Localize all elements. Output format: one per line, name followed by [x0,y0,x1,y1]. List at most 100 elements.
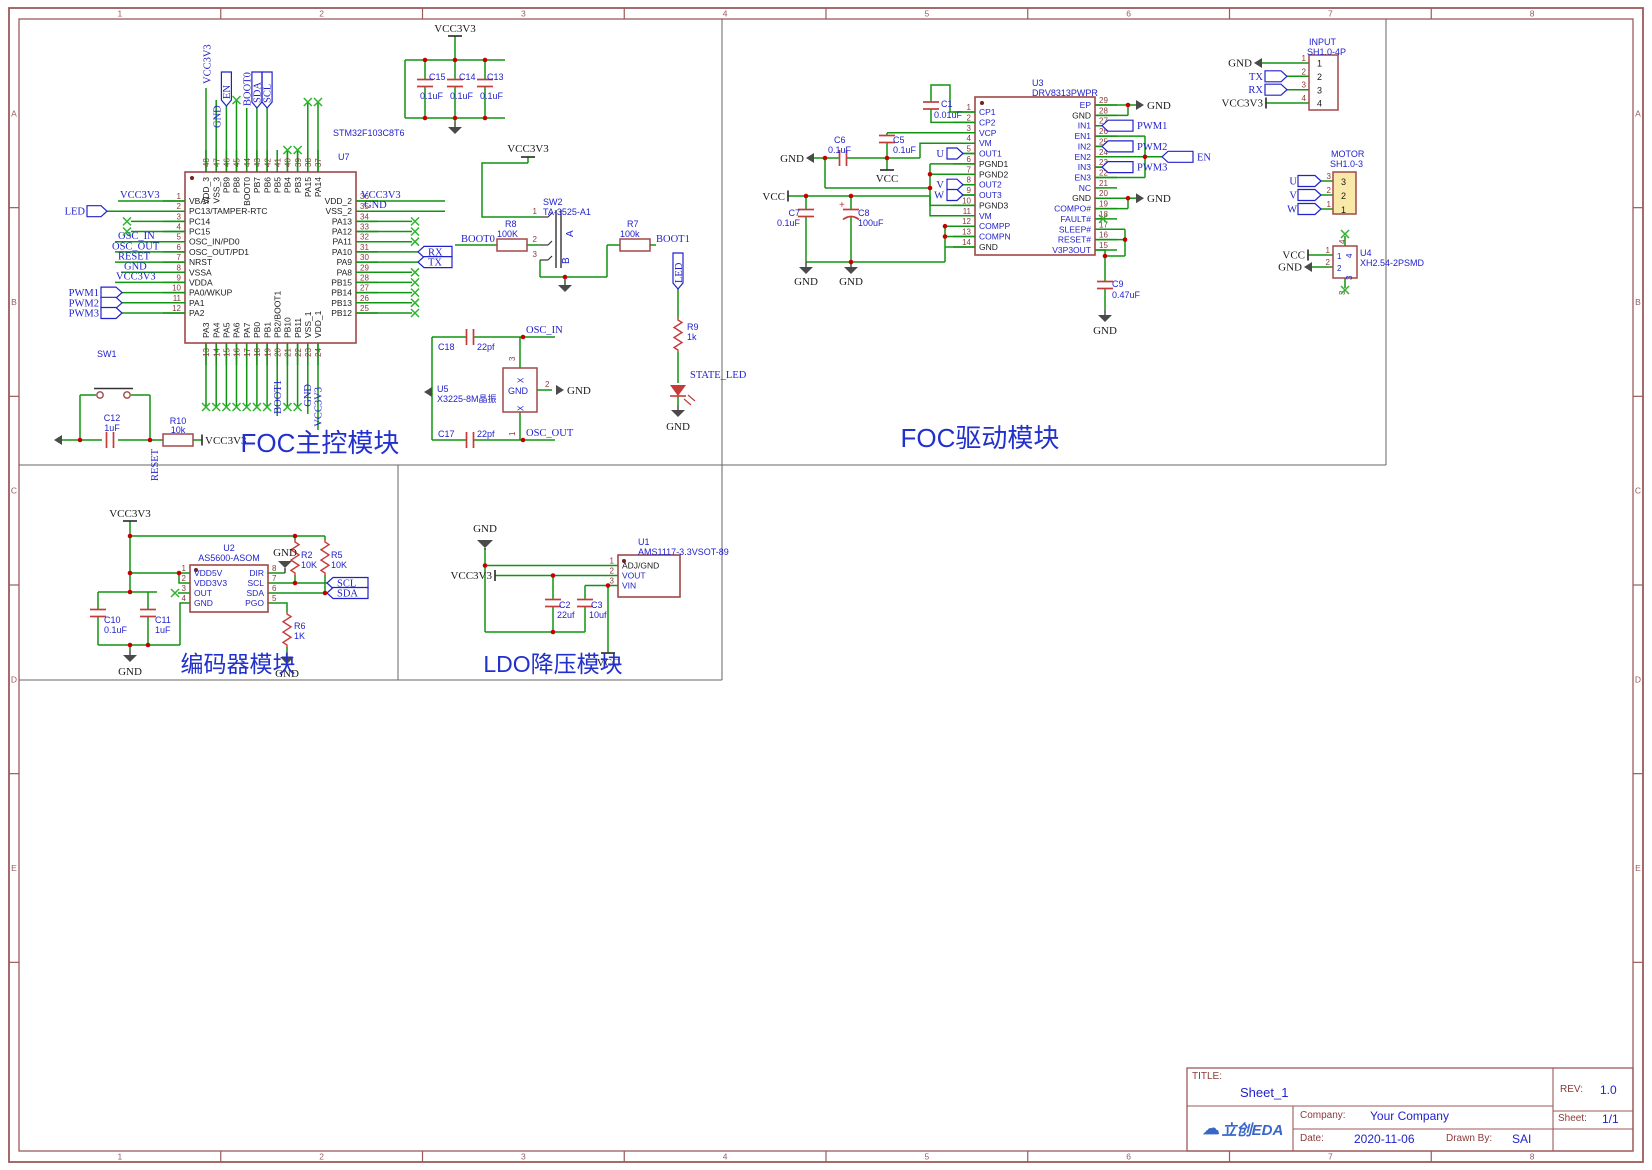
svg-text:VDD3V3: VDD3V3 [194,578,227,588]
svg-text:PB13: PB13 [331,298,352,308]
svg-text:STM32F103C8T6: STM32F103C8T6 [333,128,405,138]
svg-text:19: 19 [263,347,272,356]
svg-text:VOUT: VOUT [622,571,646,581]
svg-text:1uF: 1uF [104,423,120,433]
svg-text:13: 13 [202,347,211,356]
svg-text:STATE_LED: STATE_LED [690,370,747,381]
svg-text:C1: C1 [941,99,953,109]
svg-text:A: A [565,230,576,237]
svg-text:1: 1 [177,192,182,201]
svg-text:B: B [1635,297,1641,307]
svg-text:OSC_IN: OSC_IN [526,325,563,336]
svg-text:DIR: DIR [249,568,264,578]
svg-text:1: 1 [182,564,187,573]
svg-text:GND: GND [1147,100,1171,112]
svg-text:32: 32 [360,233,369,242]
svg-text:10K: 10K [331,560,347,570]
schematic-canvas[interactable]: 1 1 2 2 3 3 4 4 5 5 6 6 7 7 8 8 A A B B C C D D E E 1 VBAT 2 PC13/TAM… [0,0,1652,1170]
svg-text:5: 5 [177,233,182,242]
u2-as5600[interactable]: 1 VDD5V 2 VDD3V3 3 OUT 4 GND 8 DIR 7 SCL 6 SDA 5 PGO [182,564,277,613]
svg-text:PA11: PA11 [332,237,352,247]
module-title-foc-main[interactable]: FOC主控模块 [241,423,400,460]
svg-text:2: 2 [182,574,187,583]
svg-text:3: 3 [508,356,517,361]
svg-text:PA6: PA6 [232,322,242,338]
svg-text:VCC3V3: VCC3V3 [434,23,476,35]
svg-text:31: 31 [360,243,369,252]
svg-text:2: 2 [545,380,550,389]
svg-text:VDD_2: VDD_2 [325,196,353,206]
svg-text:C: C [11,486,17,496]
u3-drv8313[interactable]: 1 CP1 2 CP2 3 VCP 4 VM 5 OUT1 6 PGND1 7 PGND2 8 OUT2 9 OU… [953,96,1117,256]
svg-text:X: X [517,405,526,411]
svg-text:FAULT#: FAULT# [1060,214,1091,224]
svg-text:BOOT0: BOOT0 [243,72,254,106]
svg-text:C18: C18 [438,342,455,352]
svg-text:100K: 100K [497,229,518,239]
svg-text:IN1: IN1 [1078,121,1092,131]
svg-text:34: 34 [360,212,369,221]
svg-text:GND: GND [567,385,591,397]
svg-text:COMPO#: COMPO# [1054,204,1091,214]
svg-text:VSS_3: VSS_3 [211,177,221,204]
svg-text:BOOT0: BOOT0 [461,234,495,245]
svg-text:EP: EP [1080,100,1092,110]
svg-text:X: X [517,377,526,383]
svg-text:1: 1 [1317,59,1322,69]
svg-text:VSS_2: VSS_2 [326,206,353,216]
svg-text:OSC_IN: OSC_IN [118,231,155,242]
date-value: 2020-11-06 [1354,1132,1415,1146]
svg-text:NC: NC [1079,183,1091,193]
svg-text:NRST: NRST [189,257,212,267]
u7-stm32f103[interactable]: 1 VBAT2 PC13/TAMPER-RTC3 PC144 PC155 OSC_IN/P… [163,150,378,365]
svg-text:PB15: PB15 [331,277,352,287]
svg-text:8: 8 [1530,1152,1535,1162]
module-title-encoder[interactable]: 编码器模块 [181,645,296,679]
drawn-by-label: Drawn By: [1446,1133,1493,1144]
svg-text:0.47uF: 0.47uF [1112,290,1141,300]
svg-text:3: 3 [533,250,538,259]
svg-text:VCC3V3: VCC3V3 [450,570,492,582]
svg-text:100uF: 100uF [858,218,884,228]
svg-text:PA4: PA4 [211,322,221,338]
svg-text:2: 2 [1317,72,1322,82]
svg-text:R9: R9 [687,322,699,332]
svg-text:8: 8 [177,263,182,272]
rev-label: REV: [1560,1084,1583,1095]
svg-text:6: 6 [1126,1152,1131,1162]
svg-text:100k: 100k [620,229,640,239]
svg-text:EN2: EN2 [1074,152,1091,162]
svg-text:C10: C10 [104,615,121,625]
svg-text:PC14: PC14 [189,216,211,226]
sheet-value: 1/1 [1602,1112,1619,1126]
svg-text:2: 2 [319,9,324,19]
svg-text:GND: GND [364,200,387,211]
svg-text:SDA: SDA [337,589,358,600]
svg-text:C9: C9 [1112,279,1124,289]
module-title-ldo[interactable]: LDO降压模块 [483,645,622,679]
svg-text:6: 6 [272,584,277,593]
svg-text:12: 12 [962,217,971,226]
svg-text:46: 46 [223,158,232,167]
svg-text:U2: U2 [223,543,235,553]
svg-text:VDD_1: VDD_1 [313,310,323,338]
svg-text:PB6: PB6 [262,177,272,193]
svg-text:40: 40 [284,158,293,167]
svg-text:PWM2: PWM2 [1137,142,1167,153]
svg-text:VSS_1: VSS_1 [303,311,313,338]
module-title-foc-driver[interactable]: FOC驱动模块 [901,418,1060,455]
svg-text:C: C [1635,486,1641,496]
svg-text:2: 2 [319,1152,324,1162]
svg-text:VSSA: VSSA [189,267,212,277]
svg-text:1: 1 [508,431,517,436]
svg-text:11: 11 [173,294,182,303]
svg-text:1k: 1k [687,332,697,342]
svg-text:COMPN: COMPN [979,232,1011,242]
sheet-title[interactable]: Sheet_1 [1240,1085,1288,1100]
svg-text:+: + [839,200,845,211]
svg-text:PA15: PA15 [303,177,313,197]
svg-text:PA12: PA12 [332,227,352,237]
svg-text:U: U [936,149,944,160]
svg-text:PB12: PB12 [331,308,352,318]
u1-ams1117[interactable]: 1 ADJ/GND 2 VOUT 3 VIN [610,554,681,598]
